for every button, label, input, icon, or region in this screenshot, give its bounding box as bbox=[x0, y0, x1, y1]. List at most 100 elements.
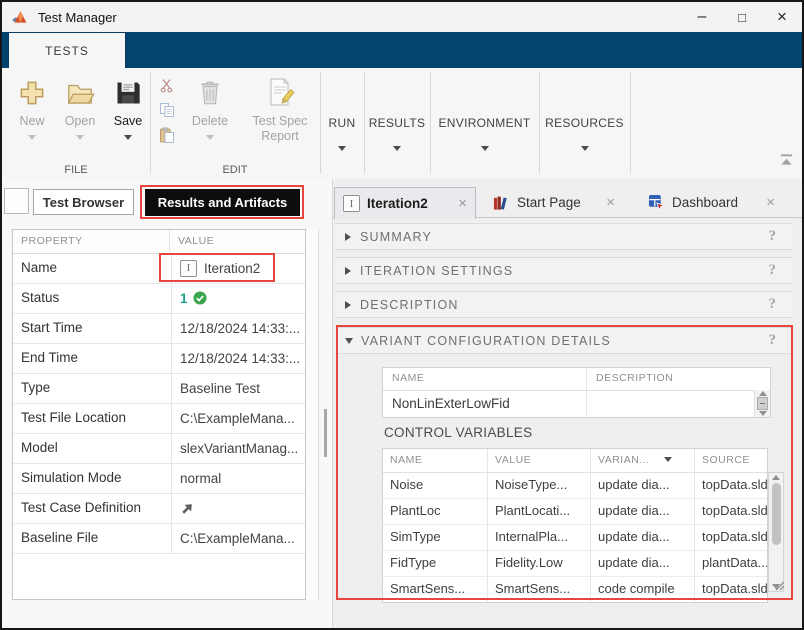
scroll-up-icon[interactable] bbox=[772, 475, 780, 480]
section-summary[interactable]: SUMMARY ? bbox=[335, 223, 792, 250]
table-row[interactable]: SmartSens... SmartSens... code compile t… bbox=[383, 577, 767, 602]
expand-arrow-icon bbox=[345, 233, 351, 241]
control-table-scrollbar[interactable] bbox=[768, 472, 784, 592]
expand-arrow-icon bbox=[345, 301, 351, 309]
close-button[interactable]: × bbox=[762, 2, 802, 32]
config-table-scrollbar[interactable] bbox=[754, 390, 770, 417]
table-row[interactable]: Type Baseline Test bbox=[13, 374, 305, 404]
test-spec-report-button[interactable]: Test Spec Report bbox=[242, 76, 318, 164]
help-icon[interactable]: ? bbox=[769, 296, 777, 313]
table-row[interactable]: Test File Location C:\ExampleMana... bbox=[13, 404, 305, 434]
close-tab-icon[interactable]: × bbox=[766, 195, 775, 210]
table-row[interactable]: PlantLoc PlantLocati... update dia... to… bbox=[383, 499, 767, 525]
section-description[interactable]: DESCRIPTION ? bbox=[335, 291, 792, 318]
table-row[interactable]: Test Case Definition bbox=[13, 494, 305, 524]
iteration-icon: I bbox=[180, 260, 197, 277]
property-test-case-definition: Test Case Definition bbox=[13, 494, 171, 523]
cv-name-header[interactable]: NAME bbox=[383, 449, 487, 472]
property-model: Model bbox=[13, 434, 171, 463]
property-status: Status bbox=[13, 284, 171, 313]
tab-test-browser[interactable]: Test Browser bbox=[33, 189, 134, 215]
property-start-time: Start Time bbox=[13, 314, 171, 343]
report-document-icon bbox=[265, 76, 295, 110]
new-button[interactable]: New bbox=[10, 76, 54, 164]
value-status: 1 bbox=[171, 284, 305, 313]
baseline-file-value: C:\ExampleMana... bbox=[180, 530, 295, 547]
panel-tab-stub[interactable] bbox=[4, 188, 29, 214]
property-table: PROPERTY VALUE Name I Iteration2 Status … bbox=[12, 229, 306, 600]
cv-source-header[interactable]: SOURCE bbox=[694, 449, 767, 472]
value-column-header: VALUE bbox=[169, 230, 305, 253]
table-row[interactable]: End Time 12/18/2024 14:33:... bbox=[13, 344, 305, 374]
sort-caret-icon[interactable] bbox=[664, 457, 672, 462]
help-icon[interactable]: ? bbox=[769, 262, 777, 279]
table-row[interactable]: SimType InternalPla... update dia... top… bbox=[383, 525, 767, 551]
table-row[interactable]: Simulation Mode normal bbox=[13, 464, 305, 494]
doc-tab-start-page[interactable]: Start Page × bbox=[485, 187, 623, 218]
maximize-button[interactable]: □ bbox=[722, 2, 762, 32]
scrollbar-thumb[interactable] bbox=[772, 483, 781, 545]
goto-arrow-icon[interactable] bbox=[180, 501, 195, 516]
minimize-button[interactable]: – bbox=[682, 2, 722, 32]
books-icon bbox=[493, 195, 510, 211]
resize-grip-icon[interactable] bbox=[773, 579, 785, 591]
doc-tab-iteration2[interactable]: I Iteration2 × bbox=[334, 187, 476, 219]
property-baseline-file: Baseline File bbox=[13, 524, 171, 553]
save-button[interactable]: Save bbox=[106, 76, 150, 164]
table-row[interactable]: NonLinExterLowFid bbox=[383, 391, 770, 417]
copy-icon[interactable] bbox=[158, 101, 176, 119]
save-label: Save bbox=[114, 114, 143, 128]
table-row[interactable]: Noise NoiseType... update dia... topData… bbox=[383, 473, 767, 499]
help-icon[interactable]: ? bbox=[769, 332, 777, 349]
table-row[interactable]: FidType Fidelity.Low update dia... plant… bbox=[383, 551, 767, 577]
table-row[interactable]: Start Time 12/18/2024 14:33:... bbox=[13, 314, 305, 344]
paste-icon[interactable] bbox=[158, 126, 176, 144]
run-dropdown-caret-icon bbox=[338, 146, 346, 151]
left-scrollbar-track[interactable] bbox=[306, 229, 319, 600]
panel-splitter-handle[interactable] bbox=[324, 409, 327, 457]
environment-label: ENVIRONMENT bbox=[439, 116, 531, 130]
close-tab-icon[interactable]: × bbox=[606, 195, 615, 210]
tab-tests[interactable]: TESTS bbox=[8, 32, 126, 68]
passed-count: 1 bbox=[180, 290, 188, 307]
tab-results-and-artifacts[interactable]: Results and Artifacts bbox=[145, 189, 300, 216]
scroll-down-icon[interactable] bbox=[759, 411, 767, 416]
delete-trash-icon bbox=[197, 76, 223, 110]
value-name: I Iteration2 bbox=[171, 254, 305, 283]
results-group-button[interactable]: RESULTS bbox=[364, 68, 430, 179]
cv-variant-header[interactable]: VARIAN... bbox=[590, 449, 694, 472]
dashboard-icon bbox=[648, 194, 665, 211]
results-label: RESULTS bbox=[369, 116, 426, 130]
expand-arrow-icon bbox=[345, 267, 351, 275]
delete-button[interactable]: Delete bbox=[184, 76, 236, 164]
table-row[interactable]: Name I Iteration2 bbox=[13, 254, 305, 284]
section-iteration-settings[interactable]: ITERATION SETTINGS ? bbox=[335, 257, 792, 284]
table-row[interactable]: Baseline File C:\ExampleMana... bbox=[13, 524, 305, 554]
scrollbar-thumb[interactable] bbox=[757, 397, 768, 410]
ribbon-tab-strip: TESTS bbox=[2, 32, 802, 68]
open-button[interactable]: Open bbox=[58, 76, 102, 164]
close-tab-icon[interactable]: × bbox=[458, 196, 467, 211]
resources-group-button[interactable]: RESOURCES bbox=[539, 68, 630, 179]
help-icon[interactable]: ? bbox=[769, 228, 777, 245]
toolbar-separator bbox=[630, 72, 631, 173]
config-name-header: NAME bbox=[383, 368, 586, 390]
report-label: Test Spec Report bbox=[243, 114, 317, 144]
collapse-ribbon-icon[interactable] bbox=[778, 153, 794, 167]
cut-icon[interactable] bbox=[158, 76, 176, 94]
environment-group-button[interactable]: ENVIRONMENT bbox=[430, 68, 539, 179]
property-type: Type bbox=[13, 374, 171, 403]
property-column-header: PROPERTY bbox=[13, 230, 169, 253]
cv-value-header[interactable]: VALUE bbox=[487, 449, 590, 472]
table-row[interactable]: Status 1 bbox=[13, 284, 305, 314]
doc-tab-dashboard[interactable]: Dashboard × bbox=[640, 187, 783, 218]
property-end-time: End Time bbox=[13, 344, 171, 373]
new-label: New bbox=[19, 114, 44, 128]
table-row[interactable]: Model slexVariantManag... bbox=[13, 434, 305, 464]
scroll-up-icon[interactable] bbox=[759, 391, 767, 396]
doc-tab-label: Start Page bbox=[517, 195, 581, 210]
start-time-value: 12/18/2024 14:33:... bbox=[180, 320, 300, 337]
document-tab-strip: I Iteration2 × Start Page × Dashboard bbox=[333, 187, 802, 218]
section-variant-configuration-details[interactable]: VARIANT CONFIGURATION DETAILS ? bbox=[335, 327, 792, 354]
run-group-button[interactable]: RUN bbox=[320, 68, 364, 179]
